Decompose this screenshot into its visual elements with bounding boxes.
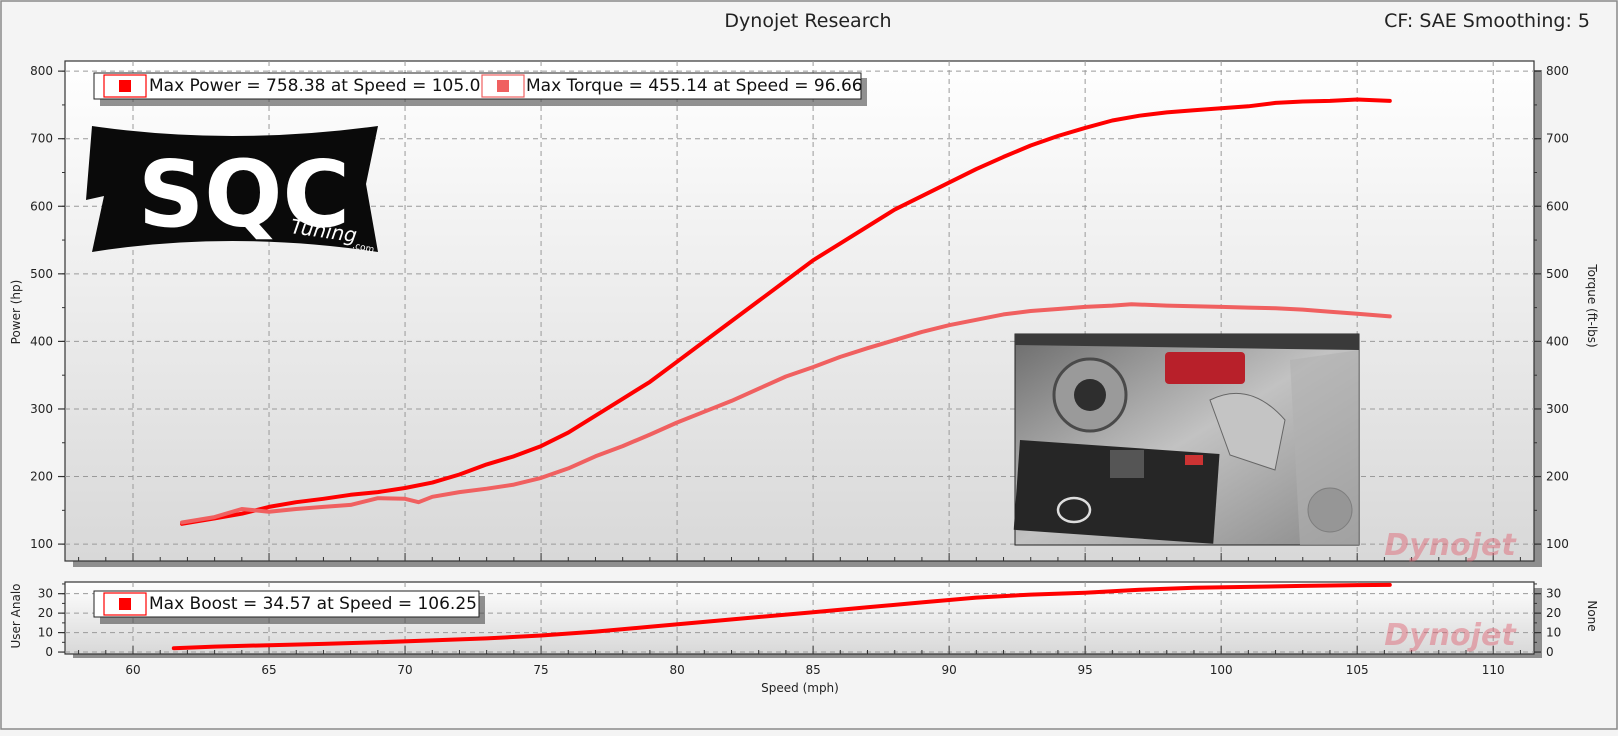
y-tick-label-right: 10 [1546,626,1561,640]
y-axis-title-torque: Torque (ft-lbs) [1585,263,1599,347]
y-tick-label-left: 500 [30,267,53,281]
y-tick-label-left: 200 [30,470,53,484]
y-tick-label-left: 800 [30,64,53,78]
settings-text: CF: SAE Smoothing: 5 [1384,10,1590,32]
y-tick-label-left: 20 [38,606,53,620]
x-tick-label-60: 60 [125,663,140,677]
x-tick-label-85: 85 [805,663,820,677]
y-tick-label-right: 100 [1546,537,1569,551]
x-tick-label-105: 105 [1346,663,1369,677]
x-tick-label-100: 100 [1210,663,1233,677]
x-tick-label-65: 65 [261,663,276,677]
y-tick-label-left: 0 [45,645,53,659]
y-axis-title-none: None [1585,600,1599,631]
dyno-chart: Dynojet Research CF: SAE Smoothing: 5 10… [0,0,1618,732]
engine-bay-photo [1013,333,1360,546]
y-axis-title-user-analog: User Analo [9,583,23,648]
dynojet-watermark-main: Dynojet [1384,528,1517,563]
x-tick-label-75: 75 [533,663,548,677]
x-tick-label-110: 110 [1482,663,1505,677]
y-tick-label-left: 30 [38,587,53,601]
y-tick-label-right: 500 [1546,267,1569,281]
legend-power-marker [119,80,131,92]
y-tick-label-right: 400 [1546,334,1569,348]
dyno-chart-svg: Dynojet Research CF: SAE Smoothing: 5 10… [0,0,1618,730]
y-tick-label-left: 600 [30,199,53,213]
legend-torque-text: Max Torque = 455.14 at Speed = 96.66 [526,76,863,96]
y-tick-label-right: 800 [1546,64,1569,78]
legend-boost-text: Max Boost = 34.57 at Speed = 106.25 [149,594,477,614]
y-axis-title-power: Power (hp) [9,280,23,345]
x-tick-label-70: 70 [397,663,412,677]
y-tick-label-left: 100 [30,537,53,551]
lower-legend: Max Boost = 34.57 at Speed = 106.25 [93,590,485,624]
y-tick-label-left: 400 [30,334,53,348]
y-tick-label-right: 600 [1546,199,1569,213]
x-axis-title: Speed (mph) [761,681,839,695]
x-tick-label-90: 90 [941,663,956,677]
dynojet-watermark-lower: Dynojet [1384,618,1517,653]
y-tick-label-left: 10 [38,626,53,640]
y-tick-label-right: 200 [1546,470,1569,484]
main-legend: Max Power = 758.38 at Speed = 105.03 Max… [93,72,867,106]
x-tick-label-80: 80 [669,663,684,677]
y-tick-label-right: 300 [1546,402,1569,416]
legend-power-text: Max Power = 758.38 at Speed = 105.03 [149,76,491,96]
legend-torque-marker [497,80,509,92]
legend-boost-marker [119,598,131,610]
sqc-tuning-logo: SQC Tuning .com [86,126,378,256]
y-tick-label-right: 700 [1546,132,1569,146]
chart-title: Dynojet Research [724,10,891,32]
y-tick-label-left: 700 [30,132,53,146]
y-tick-label-left: 300 [30,402,53,416]
y-tick-label-right: 30 [1546,587,1561,601]
x-tick-label-95: 95 [1077,663,1092,677]
y-tick-label-right: 0 [1546,645,1554,659]
y-tick-label-right: 20 [1546,606,1561,620]
